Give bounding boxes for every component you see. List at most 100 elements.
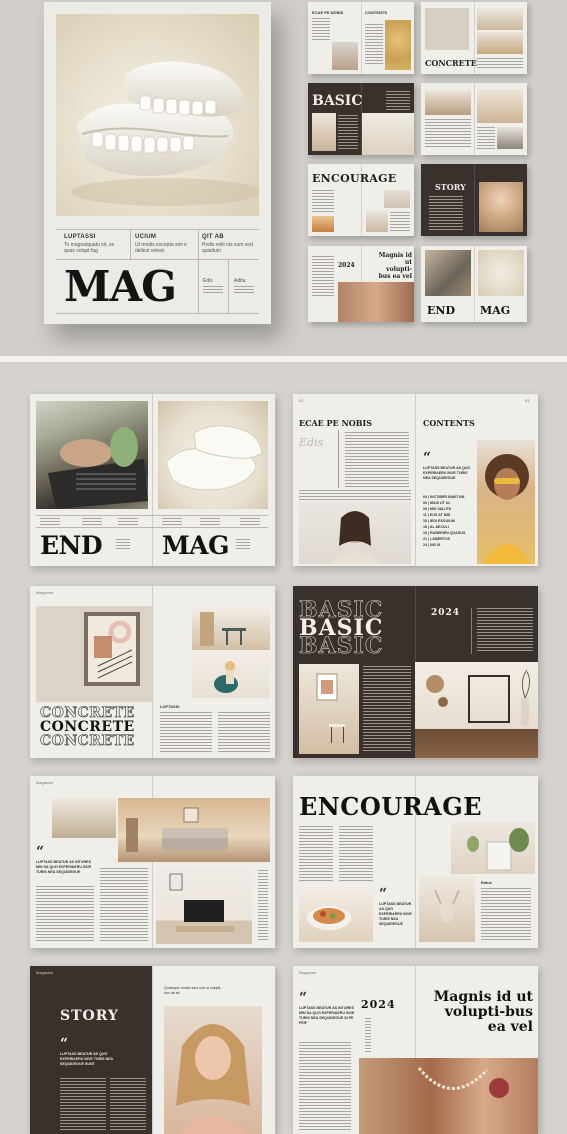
thumb-spread-encourage[interactable]: ENCOURAGE [308, 164, 414, 236]
spread-encourage[interactable]: ENCOURAGE “ LUPTASS BEATUR AS QUO EXPERI… [293, 776, 538, 948]
spread-rule [471, 608, 472, 654]
spread-text [200, 518, 220, 525]
spread-text [110, 1078, 146, 1132]
thumb-dental-image [478, 250, 524, 296]
cover-rule [56, 229, 259, 230]
spread-text [100, 868, 148, 942]
story-quote: LUPTASS BEATUR AS QUO EXPERIAERU INVE TU… [60, 1052, 113, 1066]
concrete-outline-1: CONCRETE [40, 705, 135, 721]
thumb-interior-image [366, 210, 388, 232]
spread-concrete[interactable]: Magazine CONCRETE CONCRETE CONCRETE LUPT… [30, 586, 275, 758]
magnis-quote: LUPTASS BEATUR AS INTURES MIN SA QUO EXP… [299, 1006, 355, 1025]
thumb-spread-story[interactable]: STORY [421, 164, 527, 236]
thumb-text [429, 196, 463, 230]
thumb-interior-image [312, 113, 336, 151]
thumb-spread-magnis[interactable]: 2024 Magnis id ut volupti-bus ea vel [308, 246, 414, 322]
encourage-quote: LUPTASS BEATUR AS QUO EXPERIAERU INVE TU… [379, 902, 412, 926]
spread-title: ECAE PE NOBIS [299, 418, 373, 428]
tv-room-image [156, 866, 252, 944]
cover-body-text [203, 286, 223, 294]
thumb-portrait-image [385, 20, 411, 70]
page-number: 02 [299, 398, 304, 403]
chair-person-image [192, 654, 270, 698]
frame-interior-image [415, 662, 538, 758]
quote-mark-icon: “ [36, 844, 45, 860]
thumb-text [390, 212, 410, 232]
thumb-text [425, 119, 471, 149]
quote-mark-icon: “ [423, 450, 432, 466]
spread-text [160, 712, 212, 752]
cover-rule [56, 313, 259, 314]
thumb-spread-basic[interactable]: BASIC [308, 83, 414, 155]
thumb-heading: Magnis id ut volupti-bus ea vel [378, 252, 412, 280]
basic-outline-2: BASIC [299, 633, 384, 659]
spread-text [345, 432, 409, 488]
spread-story[interactable]: Magazine STORY “ LUPTASS BEATUR AS QUO E… [30, 966, 275, 1134]
spread-text [299, 490, 411, 500]
toc-item[interactable]: 24 | NIS IS [423, 542, 475, 548]
magazine-label: Magazine [299, 970, 317, 975]
spread-text [218, 712, 270, 752]
thumb-portrait-image [338, 282, 414, 322]
plant-icon [467, 828, 529, 871]
spread-text [339, 826, 373, 882]
encourage-title: ENCOURAGE [299, 792, 483, 821]
spread-script: Edis [299, 436, 324, 449]
living-room-image [118, 798, 270, 862]
spread-text [299, 1042, 351, 1130]
spread-text [118, 518, 138, 525]
spread-label: LUPTASSI [160, 704, 180, 709]
spread-text [240, 518, 260, 525]
cover-col2-text: Ut modis excepta sim e dellest velest [135, 242, 187, 254]
food-icon [307, 906, 351, 930]
magazine-label: Magazine [36, 970, 54, 975]
toc-list: 04 | INCTIBER NIAETUM 06 | MAIS UT UL 09… [423, 494, 475, 548]
teeth-icon [165, 425, 263, 491]
thumb-frame-image [362, 113, 414, 155]
thumb-spread-end-mag[interactable]: END MAG [421, 246, 527, 322]
spread-text [40, 518, 60, 525]
spread-text [481, 888, 531, 942]
thumb-spread-concrete[interactable]: CONCRETE [421, 2, 527, 74]
spread-text [82, 518, 102, 525]
frame-icon [426, 669, 531, 726]
thumb-food-image [312, 216, 334, 232]
spread-contents[interactable]: 02 03 ECAE PE NOBIS Edis CONTENTS “ LUPT… [293, 394, 538, 566]
cover-small-1: Edis [203, 278, 213, 284]
spread-basic[interactable]: BASIC BASIC BASIC 2024 [293, 586, 538, 758]
thumb-text [338, 115, 358, 149]
thumb-interior-image [477, 8, 523, 30]
quote-mark-icon: “ [299, 990, 308, 1006]
spread-text [116, 539, 130, 549]
frame-icon [84, 612, 140, 686]
spread-living-room[interactable]: Magazine “ LUPTASS BEATUR AS INTURES MIN… [30, 776, 275, 948]
cover-col1-title: LUPTASSI [64, 234, 96, 240]
spread-end-mag[interactable]: END MAG [30, 394, 275, 566]
necklace-icon [417, 1067, 509, 1098]
spread-text [60, 1078, 106, 1132]
thumb-mag: MAG [480, 304, 511, 317]
concrete-outline-2: CONCRETE [40, 733, 135, 749]
thumb-interior-image [425, 89, 471, 115]
thumb-text [312, 18, 330, 42]
spread-label: Eatus [481, 880, 492, 885]
thumb-word: ENCOURAGE [312, 172, 397, 185]
top-preview-panel: LUPTASSI To magnatquatu sit, se quas vol… [0, 0, 567, 356]
thumb-text [312, 190, 334, 212]
thumb-year: 2024 [338, 262, 355, 269]
bottom-preview-panel: END MAG 02 03 ECAE PE NOBIS Edis CONTENT… [0, 362, 567, 1134]
cover-rule [198, 229, 199, 313]
spread-rule [338, 430, 339, 488]
spread-end-title: END [40, 531, 103, 560]
thumb-spread-interior[interactable] [421, 83, 527, 155]
spread-magnis[interactable]: Magazine “ LUPTASS BEATUR AS INTURES MIN… [293, 966, 538, 1134]
sofa-icon [126, 807, 228, 852]
cover-rule [228, 259, 229, 313]
thumb-word: STORY [435, 182, 466, 192]
deer-icon [434, 889, 460, 922]
table-icon [200, 612, 246, 646]
portrait-woman-image [299, 502, 411, 564]
concrete-solid: CONCRETE [40, 719, 135, 735]
thumb-spread-contents[interactable]: ECAE PE NOBIS CONTENTS [308, 2, 414, 74]
magazine-label: Magazine [36, 590, 54, 595]
